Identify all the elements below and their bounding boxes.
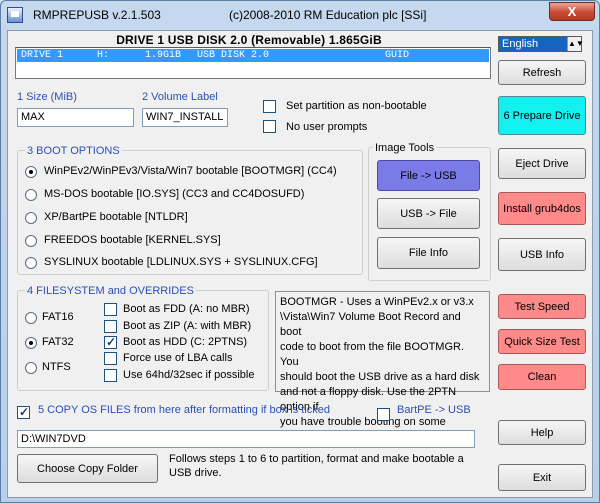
window-title: RMPREPUSB v.2.1.503 (33, 8, 161, 22)
app-window: RMPREPUSB v.2.1.503 (c)2008-2010 RM Educ… (0, 0, 600, 503)
boot-as-hdd-checkbox[interactable] (104, 335, 117, 349)
bartpe-checkbox[interactable] (377, 408, 390, 421)
chevron-down-icon[interactable]: ▲▼ (567, 37, 584, 51)
title-bar: RMPREPUSB v.2.1.503 (c)2008-2010 RM Educ… (1, 1, 599, 30)
boot-as-zip-checkbox[interactable] (104, 320, 117, 333)
exit-button[interactable]: Exit (498, 464, 586, 491)
boot-option-radio-syslinux[interactable] (25, 257, 37, 269)
drive-letter: H: (97, 50, 110, 61)
install-grub4dos-button[interactable]: Install grub4dos (498, 192, 586, 225)
app-icon (7, 7, 23, 23)
boot-option-radio-msdos[interactable] (25, 189, 37, 201)
filesystem-title: 4 FILESYSTEM and OVERRIDES (25, 285, 196, 297)
boot-options-title: 3 BOOT OPTIONS (25, 145, 122, 157)
drive-list-row[interactable]: DRIVE 1 H: 1.9GiB USB DISK 2.0 GUID (17, 49, 489, 62)
use-64hd-checkbox[interactable] (104, 369, 117, 382)
usb-to-file-button[interactable]: USB -> File (377, 198, 480, 229)
override-label: Force use of LBA calls (123, 352, 233, 364)
copy-os-files-checkbox[interactable] (17, 405, 30, 419)
description-line: code to boot from the file BOOTMGR. You (280, 341, 465, 368)
description-line: BOOTMGR - Uses a WinPEv2.x or v3.x (280, 296, 474, 308)
fat32-radio[interactable] (25, 337, 37, 349)
close-button[interactable]: X (549, 2, 595, 21)
override-label: Boot as ZIP (A: with MBR) (123, 320, 252, 332)
override-label: Boot as HDD (C: 2PTNS) (123, 336, 248, 348)
fat16-radio[interactable] (25, 312, 37, 324)
boot-option-label: FREEDOS bootable [KERNEL.SYS] (44, 234, 221, 246)
quick-size-test-button[interactable]: Quick Size Test (498, 329, 586, 354)
drive-size: 1.9GiB (145, 50, 182, 61)
refresh-button[interactable]: Refresh (498, 60, 586, 85)
boot-option-label: WinPEv2/WinPEv3/Vista/Win7 bootable [BOO… (44, 165, 337, 177)
volume-label-label: 2 Volume Label (142, 91, 218, 103)
prepare-drive-button[interactable]: 6 Prepare Drive (498, 96, 586, 135)
image-tools-title: Image Tools (373, 142, 437, 154)
boot-option-radio-ntldr[interactable] (25, 212, 37, 224)
boot-option-label: MS-DOS bootable [IO.SYS] (CC3 and CC4DOS… (44, 188, 305, 200)
eject-drive-button[interactable]: Eject Drive (498, 148, 586, 179)
boot-option-radio-freedos[interactable] (25, 235, 37, 247)
copy-os-files-label: 5 COPY OS FILES from here after formatti… (38, 404, 331, 416)
override-label: Use 64hd/32sec if possible (123, 369, 255, 381)
choose-copy-folder-button[interactable]: Choose Copy Folder (17, 454, 158, 483)
main-panel: DRIVE 1 USB DISK 2.0 (Removable) 1.865Gi… (7, 30, 593, 498)
language-select[interactable]: English ▲▼ (498, 36, 584, 52)
boot-description: BOOTMGR - Uses a WinPEv2.x or v3.x \Vist… (275, 291, 490, 443)
filesystem-label: NTFS (42, 361, 71, 373)
copy-folder-input[interactable]: D:\WIN7DVD (17, 430, 475, 448)
bartpe-label: BartPE -> USB (397, 404, 471, 416)
filesystem-label: FAT32 (42, 336, 74, 348)
description-line: should boot the USB drive as a hard disk (280, 371, 480, 383)
volume-label-input[interactable]: WIN7_INSTALL (142, 108, 228, 127)
instruction-text: Follows steps 1 to 6 to partition, forma… (169, 453, 464, 479)
filesystem-label: FAT16 (42, 311, 74, 323)
usb-info-button[interactable]: USB Info (498, 238, 586, 271)
ntfs-radio[interactable] (25, 362, 37, 374)
drive-guid: GUID (385, 50, 410, 61)
boot-as-fdd-checkbox[interactable] (104, 303, 117, 316)
drive-name: USB DISK 2.0 (197, 50, 270, 61)
force-lba-checkbox[interactable] (104, 352, 117, 365)
file-info-button[interactable]: File Info (377, 237, 480, 269)
no-prompts-label: No user prompts (286, 121, 368, 133)
file-to-usb-button[interactable]: File -> USB (377, 160, 480, 191)
boot-option-label: XP/BartPE bootable [NTLDR] (44, 211, 188, 223)
drive-number: DRIVE 1 (21, 50, 64, 61)
override-label: Boot as FDD (A: no MBR) (123, 303, 250, 315)
language-value: English (502, 38, 539, 50)
boot-option-radio-bootmgr[interactable] (25, 166, 37, 178)
help-button[interactable]: Help (498, 420, 586, 445)
size-label: 1 Size (MiB) (17, 91, 77, 103)
drive-list[interactable]: DRIVE 1 H: 1.9GiB USB DISK 2.0 GUID (15, 47, 491, 79)
copyright-text: (c)2008-2010 RM Education plc [SSi] (229, 8, 427, 22)
boot-option-label: SYSLINUX bootable [LDLINUX.SYS + SYSLINU… (44, 256, 318, 268)
non-bootable-label: Set partition as non-bootable (286, 100, 427, 112)
non-bootable-checkbox[interactable] (263, 100, 276, 113)
clean-button[interactable]: Clean (498, 364, 586, 390)
size-input[interactable]: MAX (17, 108, 134, 127)
drive-header: DRIVE 1 USB DISK 2.0 (Removable) 1.865Gi… (116, 33, 382, 47)
description-line: \Vista\Win7 Volume Boot Record and boot (280, 311, 461, 338)
test-speed-button[interactable]: Test Speed (498, 294, 586, 319)
no-prompts-checkbox[interactable] (263, 120, 276, 133)
